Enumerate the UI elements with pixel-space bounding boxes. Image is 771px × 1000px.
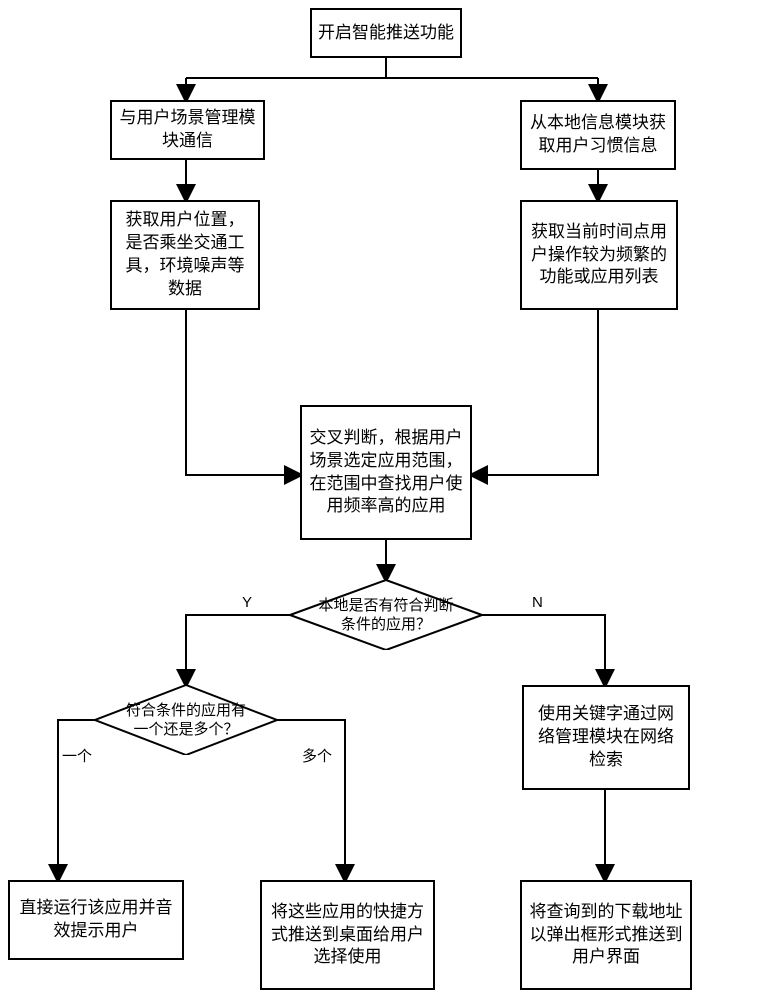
node-right1: 从本地信息模块获取用户习惯信息	[520, 100, 676, 170]
node-out-net: 将查询到的下载地址以弹出框形式推送到用户界面	[520, 880, 692, 990]
node-merge: 交叉判断，根据用户场景选定应用范围，在范围中查找用户使用频率高的应用	[300, 405, 472, 540]
node-label: 将查询到的下载地址以弹出框形式推送到用户界面	[528, 901, 684, 970]
node-label: 获取用户位置，是否乘坐交通工具，环境噪声等数据	[118, 209, 252, 301]
edge-label-yes: Y	[240, 594, 254, 611]
node-decision2: 符合条件的应用有一个还是多个？	[95, 685, 277, 755]
node-out-one: 直接运行该应用并音效提示用户	[8, 880, 184, 960]
node-label: 交叉判断，根据用户场景选定应用范围，在范围中查找用户使用频率高的应用	[308, 427, 464, 519]
node-label: 将这些应用的快捷方式推送到桌面给用户选择使用	[268, 901, 427, 970]
node-label: 符合条件的应用有一个还是多个？	[95, 701, 277, 740]
node-label: 直接运行该应用并音效提示用户	[16, 897, 176, 943]
node-label: 从本地信息模块获取用户习惯信息	[528, 112, 668, 158]
node-left1: 与用户场景管理模块通信	[110, 100, 265, 160]
node-label: 本地是否有符合判断条件的应用？	[290, 596, 482, 635]
node-label: 获取当前时间点用户操作较为频繁的功能或应用列表	[528, 221, 670, 290]
node-decision1: 本地是否有符合判断条件的应用？	[290, 580, 482, 650]
edge-label-no: N	[530, 594, 545, 611]
node-label: 与用户场景管理模块通信	[118, 107, 257, 153]
node-start: 开启智能推送功能	[310, 8, 462, 58]
node-left2: 获取用户位置，是否乘坐交通工具，环境噪声等数据	[110, 200, 260, 310]
node-label: 开启智能推送功能	[318, 22, 454, 45]
edge-label-many: 多个	[300, 745, 334, 766]
edge-label-one: 一个	[60, 745, 94, 766]
node-label: 使用关键字通过网络管理模块在网络检索	[530, 703, 682, 772]
node-right2: 获取当前时间点用户操作较为频繁的功能或应用列表	[520, 200, 678, 310]
node-out-many: 将这些应用的快捷方式推送到桌面给用户选择使用	[260, 880, 435, 990]
node-net-search: 使用关键字通过网络管理模块在网络检索	[522, 685, 690, 790]
